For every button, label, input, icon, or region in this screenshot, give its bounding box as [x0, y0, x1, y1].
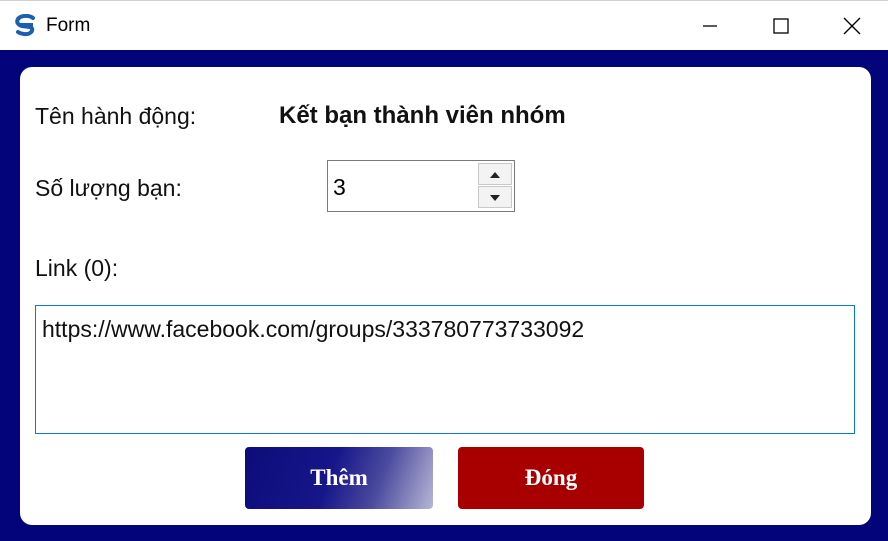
close-window-button[interactable]: [816, 1, 888, 51]
friend-count-stepper[interactable]: 3: [327, 160, 515, 212]
link-label: Link (0):: [35, 255, 119, 281]
maximize-icon: [773, 18, 789, 34]
link-value[interactable]: https://www.facebook.com/groups/33378077…: [42, 316, 584, 343]
window-title: Form: [46, 15, 91, 36]
action-name-value: Kết bạn thành viên nhóm: [279, 102, 566, 129]
friend-count-value[interactable]: 3: [333, 174, 346, 201]
arrow-down-icon: [490, 188, 500, 206]
action-name-label: Tên hành động:: [35, 103, 197, 129]
close-button[interactable]: Đóng: [458, 447, 644, 509]
add-button[interactable]: Thêm: [245, 447, 433, 509]
app-logo-icon: [13, 13, 39, 38]
form-window: Form Tên hành động: Kết bạn thành viên n…: [0, 0, 888, 541]
maximize-button[interactable]: [745, 1, 817, 51]
friend-count-label: Số lượng bạn:: [35, 175, 182, 201]
decrement-button[interactable]: [478, 186, 512, 208]
close-icon: [843, 17, 861, 35]
minimize-icon: [702, 18, 718, 34]
increment-button[interactable]: [478, 163, 512, 185]
title-bar[interactable]: Form: [0, 0, 888, 50]
minimize-button[interactable]: [674, 1, 746, 51]
link-textarea[interactable]: https://www.facebook.com/groups/33378077…: [35, 305, 855, 434]
arrow-up-icon: [490, 165, 500, 183]
form-panel: [20, 67, 871, 525]
